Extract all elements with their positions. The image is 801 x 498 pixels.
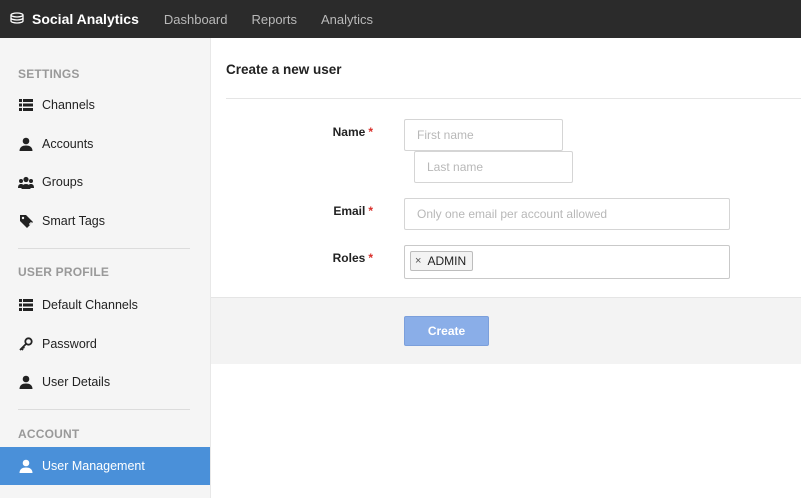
section-account: ACCOUNT: [18, 427, 80, 441]
tag-icon: [18, 213, 34, 229]
nav-dashboard[interactable]: Dashboard: [164, 12, 228, 27]
sidebar-item-label: Default Channels: [42, 298, 138, 312]
sidebar-item-label: Accounts: [42, 137, 94, 151]
sidebar-item-user-management[interactable]: User Management: [0, 447, 210, 485]
sidebar: SETTINGS Channels Accounts Groups Smart …: [0, 38, 211, 498]
role-tag-admin: × ADMIN: [410, 251, 474, 271]
email-input[interactable]: [404, 198, 730, 230]
user-icon: [18, 458, 34, 474]
key-icon: [18, 336, 34, 352]
sidebar-divider: [18, 248, 190, 249]
roles-label: Roles *: [332, 251, 373, 265]
title-divider: [226, 98, 801, 99]
top-navbar: Social Analytics Dashboard Reports Analy…: [0, 0, 801, 38]
section-user-profile: USER PROFILE: [18, 265, 110, 279]
list-icon: [18, 297, 34, 313]
user-icon: [18, 136, 34, 152]
first-name-input[interactable]: [404, 119, 563, 151]
sidebar-item-channels[interactable]: Channels: [0, 87, 210, 123]
sidebar-item-label: Channels: [42, 98, 95, 112]
required-marker: *: [368, 251, 373, 265]
sidebar-item-smart-tags[interactable]: Smart Tags: [0, 203, 210, 239]
remove-tag-icon[interactable]: ×: [415, 255, 421, 267]
sidebar-item-user-details[interactable]: User Details: [0, 364, 210, 400]
nav-analytics[interactable]: Analytics: [321, 12, 373, 27]
sidebar-item-label: Smart Tags: [42, 214, 105, 228]
email-label: Email *: [333, 204, 373, 218]
role-tag-label: ADMIN: [427, 254, 467, 268]
sidebar-item-accounts[interactable]: Accounts: [0, 126, 210, 162]
section-settings: SETTINGS: [18, 67, 80, 81]
brand-name: Social Analytics: [32, 11, 139, 27]
sidebar-item-password[interactable]: Password: [0, 326, 210, 362]
last-name-input[interactable]: [414, 151, 573, 183]
required-marker: *: [368, 204, 373, 218]
user-icon: [18, 374, 34, 390]
form-actions: Create: [211, 297, 801, 364]
brand[interactable]: Social Analytics: [10, 11, 139, 27]
sidebar-item-label: User Management: [42, 459, 145, 473]
required-marker: *: [368, 125, 373, 139]
sidebar-item-label: Groups: [42, 175, 83, 189]
name-label: Name *: [332, 125, 373, 139]
group-icon: [18, 174, 34, 190]
sidebar-item-default-channels[interactable]: Default Channels: [0, 287, 210, 323]
page-title: Create a new user: [226, 62, 342, 77]
sidebar-divider: [18, 409, 190, 410]
list-icon: [18, 97, 34, 113]
sidebar-item-label: Password: [42, 337, 97, 351]
create-button[interactable]: Create: [404, 316, 489, 346]
sidebar-item-groups[interactable]: Groups: [0, 164, 210, 200]
main-content: Create a new user Name* Email* Roles* × …: [211, 38, 801, 498]
roles-input[interactable]: × ADMIN: [404, 245, 730, 279]
nav-reports[interactable]: Reports: [251, 12, 297, 27]
sidebar-item-label: User Details: [42, 375, 111, 389]
database-logo-icon: [10, 12, 24, 24]
